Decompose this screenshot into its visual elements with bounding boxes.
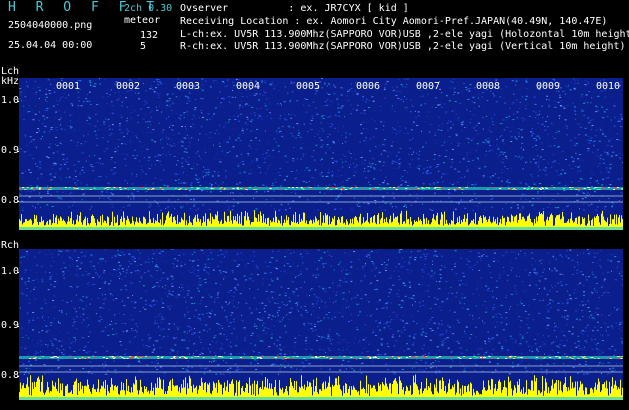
lch-info: L-ch:ex. UV5R 113.900Mhz(SAPPORO VOR)USB…: [180, 29, 629, 40]
timestamp: 25.04.04 00:00: [8, 40, 93, 51]
rch-label: Rch: [1, 240, 20, 251]
filename: 2504040000.png: [8, 20, 93, 31]
rch-info: R-ch:ex. UV5R 113.900Mhz(SAPPORO VOR)USB…: [180, 41, 626, 52]
mode-label: meteor: [124, 15, 161, 26]
time-segment-label: 0003: [176, 81, 201, 92]
time-segment-label: 0010: [596, 81, 621, 92]
time-segment-label: 0008: [476, 81, 501, 92]
baseline: [19, 227, 623, 230]
time-segment-label: 0002: [116, 81, 141, 92]
time-segment-label: 0007: [416, 81, 441, 92]
count-2: 5: [140, 41, 147, 52]
observer-info: Ovserver : ex. JR7CYX [ kid ]: [180, 3, 409, 14]
time-segment-label: 0009: [536, 81, 561, 92]
lch-unit: kHz: [1, 76, 20, 87]
rch-spectrogram: [19, 249, 623, 400]
time-segment-label: 0005: [296, 81, 321, 92]
baseline: [19, 397, 623, 400]
time-segment-label: 0006: [356, 81, 381, 92]
location-info: Receiving Location : ex. Aomori City Aom…: [180, 16, 608, 27]
time-segment-label: 0001: [56, 81, 81, 92]
time-segment-label: 0004: [236, 81, 261, 92]
noise-background: [19, 78, 623, 230]
lch-spectrogram: [19, 78, 623, 230]
version-label: 2ch 0.30: [124, 3, 173, 14]
